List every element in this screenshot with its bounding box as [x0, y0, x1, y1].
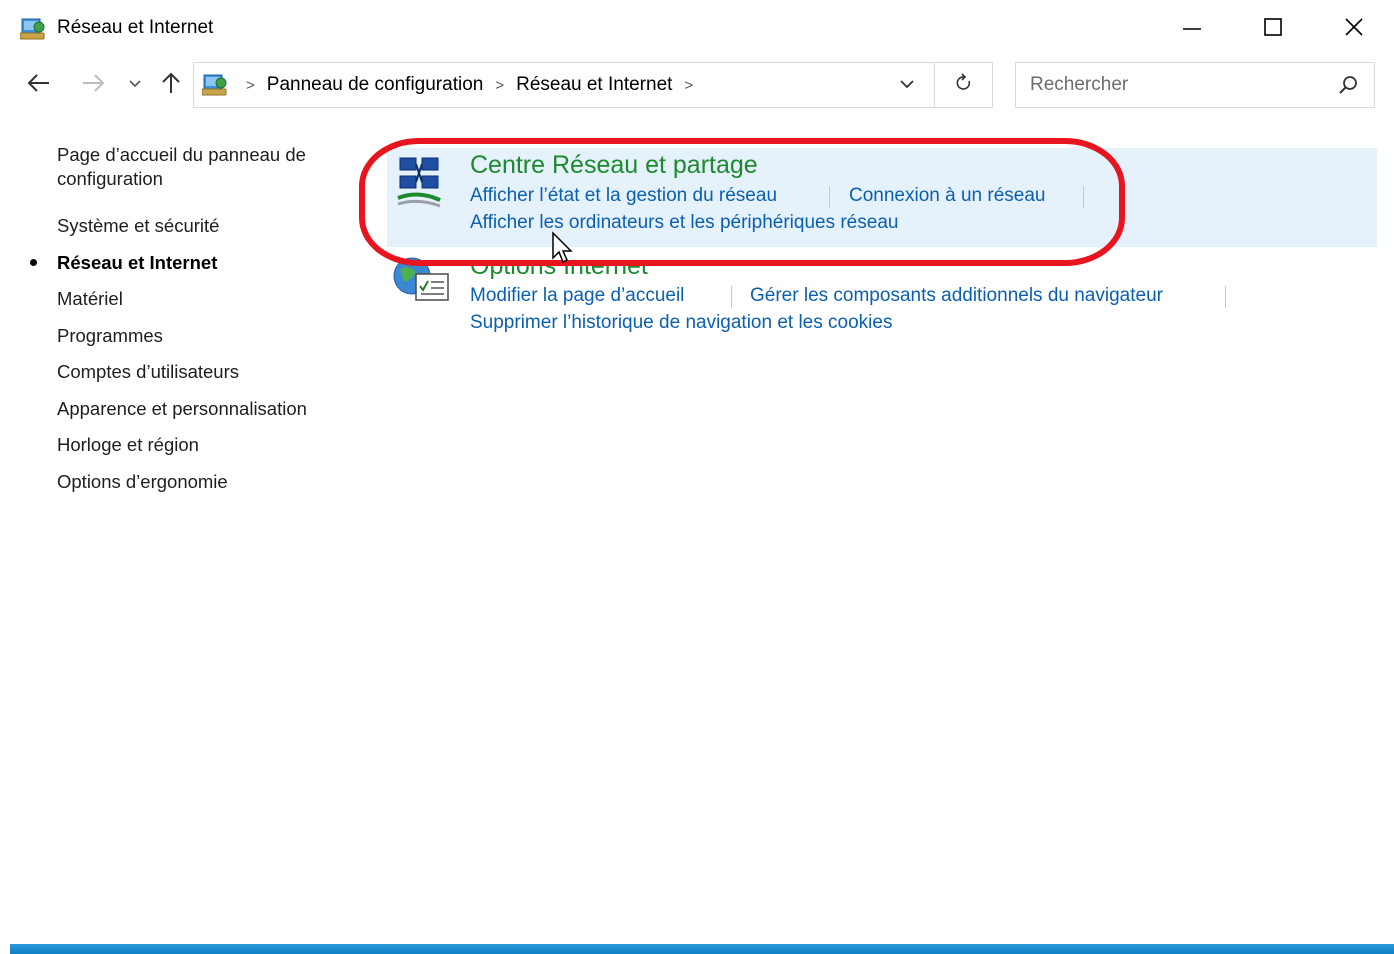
search-box — [1015, 62, 1375, 108]
network-folder-icon — [19, 17, 46, 41]
network-sharing-icon[interactable] — [396, 154, 450, 215]
sidebar-item-ease-of-access[interactable]: Options d’ergonomie — [57, 470, 228, 494]
link-separator — [829, 186, 830, 208]
link-connect-to-network[interactable]: Connexion à un réseau — [849, 185, 1045, 207]
recent-locations-button[interactable] — [120, 70, 150, 100]
sidebar-item-home-line1[interactable]: Page d’accueil du panneau de — [57, 143, 306, 167]
sidebar-item-programs[interactable]: Programmes — [57, 324, 163, 348]
address-divider — [934, 63, 935, 107]
refresh-icon — [954, 72, 974, 98]
link-view-network-status[interactable]: Afficher l’état et la gestion du réseau — [470, 185, 777, 207]
taskbar-edge — [10, 944, 1394, 954]
minimize-button[interactable] — [1162, 4, 1222, 54]
close-button[interactable] — [1324, 4, 1384, 54]
network-folder-icon — [201, 73, 228, 97]
refresh-button[interactable] — [946, 63, 982, 107]
link-separator — [731, 286, 732, 308]
sidebar-item-system-security[interactable]: Système et sécurité — [57, 214, 219, 238]
sidebar-item-home-line2[interactable]: configuration — [57, 167, 163, 191]
search-icon[interactable] — [1334, 71, 1362, 99]
chevron-down-icon — [128, 76, 142, 94]
address-bar[interactable]: > Panneau de configuration > Réseau et I… — [193, 62, 993, 108]
search-input[interactable] — [1030, 63, 1320, 107]
chevron-down-icon — [899, 76, 915, 94]
title-bar: Réseau et Internet — [0, 0, 1394, 58]
maximize-button[interactable] — [1243, 4, 1303, 54]
back-arrow-icon — [27, 73, 51, 98]
breadcrumb-separator[interactable]: > — [246, 77, 255, 94]
breadcrumb-separator[interactable]: > — [495, 77, 504, 94]
maximize-icon — [1263, 17, 1283, 42]
breadcrumb: > Panneau de configuration > Réseau et I… — [234, 63, 705, 107]
link-change-homepage[interactable]: Modifier la page d’accueil — [470, 285, 684, 307]
sidebar-item-appearance[interactable]: Apparence et personnalisation — [57, 397, 307, 421]
up-arrow-icon — [161, 71, 181, 100]
active-bullet — [30, 259, 37, 266]
breadcrumb-network-internet[interactable]: Réseau et Internet — [516, 74, 672, 96]
forward-button[interactable] — [78, 70, 108, 100]
breadcrumb-control-panel[interactable]: Panneau de configuration — [267, 74, 484, 96]
sidebar-item-network-internet: Réseau et Internet — [57, 252, 218, 273]
close-icon — [1344, 17, 1364, 42]
link-delete-browsing-history[interactable]: Supprimer l’historique de navigation et … — [470, 312, 892, 334]
navigation-bar: > Panneau de configuration > Réseau et I… — [0, 60, 1394, 110]
back-button[interactable] — [24, 70, 54, 100]
category-title-network-sharing[interactable]: Centre Réseau et partage — [470, 151, 758, 180]
internet-options-icon[interactable] — [392, 254, 450, 309]
link-separator — [1225, 286, 1226, 308]
link-manage-addons[interactable]: Gérer les composants additionnels du nav… — [750, 285, 1163, 307]
forward-arrow-icon — [81, 73, 105, 98]
up-button[interactable] — [156, 70, 186, 100]
address-history-dropdown[interactable] — [890, 63, 924, 107]
breadcrumb-separator[interactable]: > — [684, 77, 693, 94]
link-separator — [1083, 186, 1084, 208]
mouse-cursor-icon — [551, 231, 575, 270]
sidebar-item-user-accounts[interactable]: Comptes d’utilisateurs — [57, 360, 239, 384]
sidebar-item-clock-region[interactable]: Horloge et région — [57, 433, 199, 457]
minimize-icon — [1182, 17, 1202, 42]
link-view-network-computers[interactable]: Afficher les ordinateurs et les périphér… — [470, 212, 898, 234]
sidebar-item-hardware[interactable]: Matériel — [57, 287, 123, 311]
window-title: Réseau et Internet — [57, 17, 214, 38]
